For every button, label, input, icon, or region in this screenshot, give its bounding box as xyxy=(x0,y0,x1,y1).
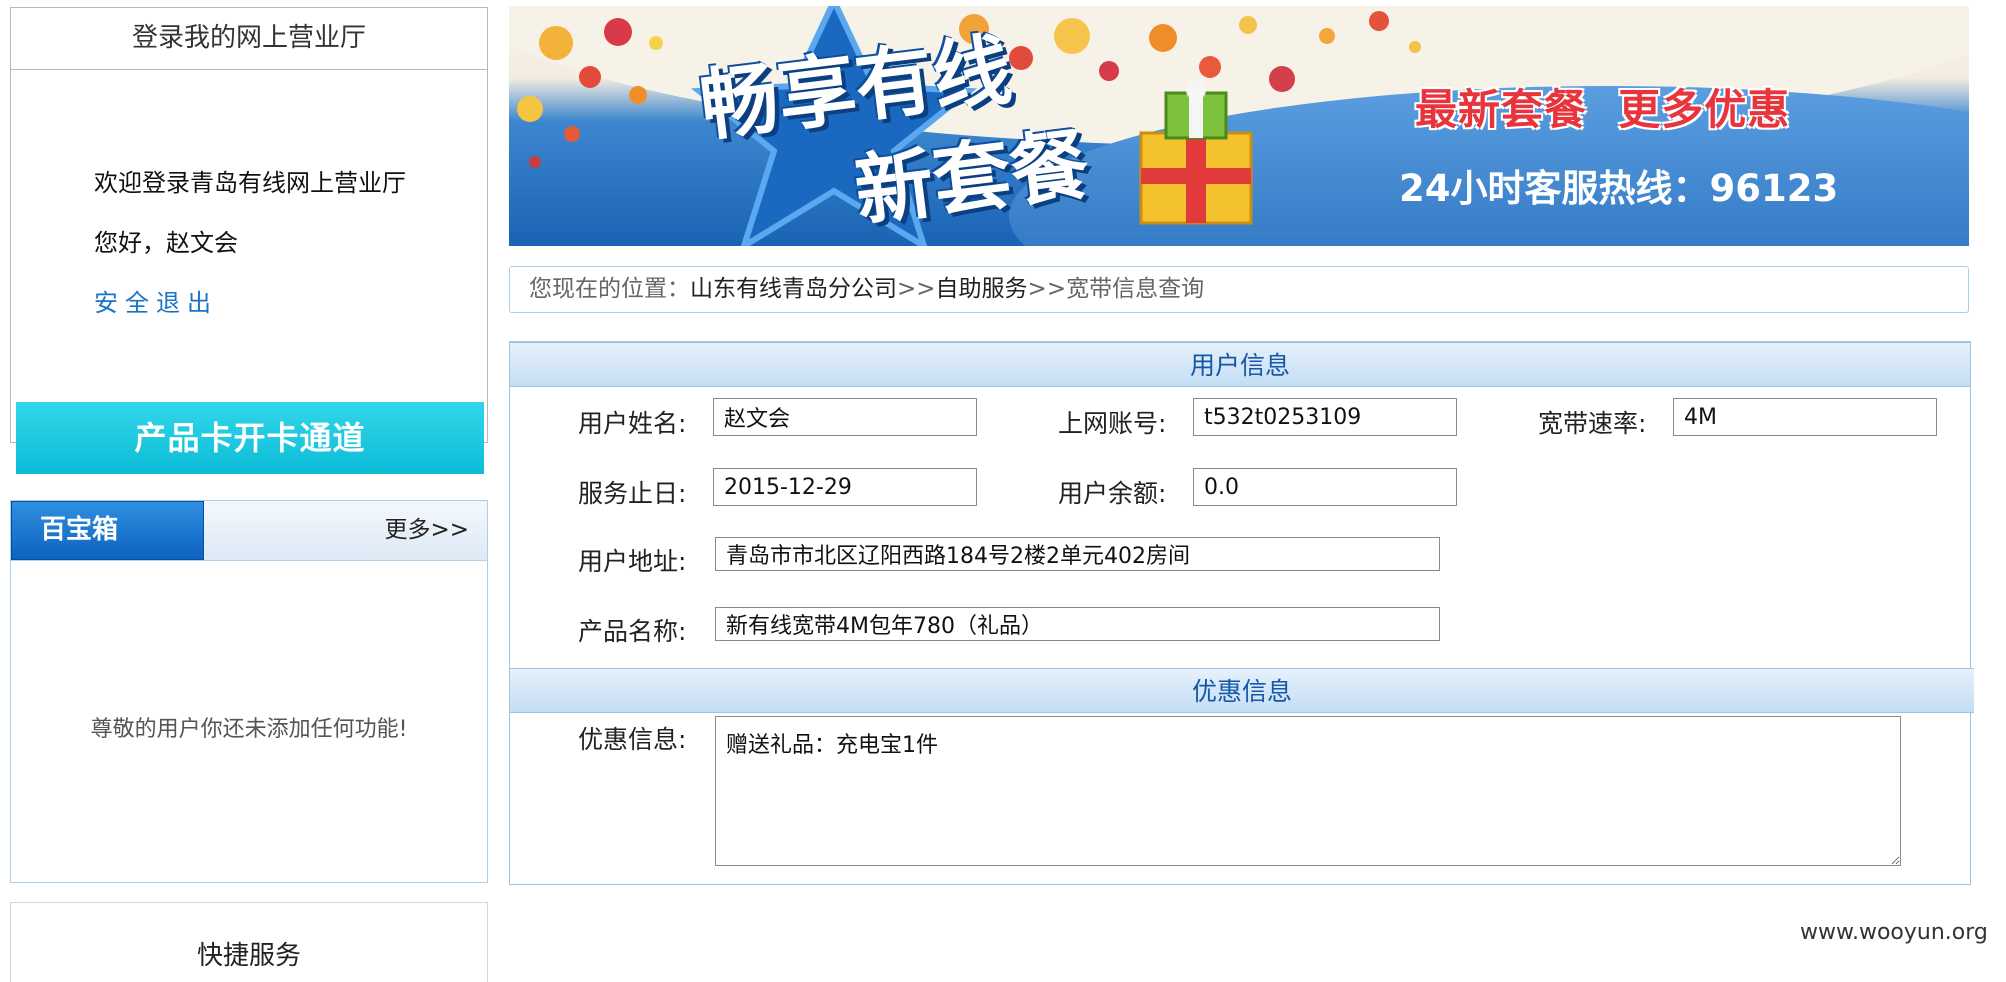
user-name-field[interactable] xyxy=(713,398,977,436)
toolbox-empty-message: 尊敬的用户你还未添加任何功能! xyxy=(90,717,408,742)
gift-box-icon xyxy=(1139,80,1253,225)
toolbox-tab[interactable]: 百宝箱 xyxy=(11,501,204,560)
promo-info-label: 优惠信息: xyxy=(578,725,687,754)
user-name-label: 用户姓名: xyxy=(578,409,687,438)
balance-field[interactable] xyxy=(1193,468,1457,506)
bandwidth-label: 宽带速率: xyxy=(1538,409,1647,438)
logout-link[interactable]: 安全退出 xyxy=(94,283,218,318)
toolbox-more-link[interactable]: 更多>> xyxy=(384,501,469,560)
account-label: 上网账号: xyxy=(1058,409,1167,438)
breadcrumb-item-self-service[interactable]: 自助服务 xyxy=(936,276,1028,302)
address-field[interactable] xyxy=(715,537,1440,571)
product-card-activation-button[interactable]: 产品卡开卡通道 xyxy=(16,402,484,474)
breadcrumb-item-current: 宽带信息查询 xyxy=(1066,276,1205,302)
breadcrumb: 您现在的位置：山东有线青岛分公司>>自助服务>>宽带信息查询 xyxy=(509,266,1969,313)
user-info-heading: 用户信息 xyxy=(510,342,1970,387)
promo-info-textarea[interactable]: 赠送礼品：充电宝1件 xyxy=(715,716,1901,866)
promo-info-heading: 优惠信息 xyxy=(510,668,1974,713)
quick-service-panel: 快捷服务 xyxy=(10,902,488,982)
toolbox-header: 百宝箱 更多>> xyxy=(11,501,487,561)
welcome-text: 欢迎登录青岛有线网上营业厅 xyxy=(94,169,406,197)
user-greeting: 您好，赵文会 xyxy=(94,229,238,257)
banner-promo-text: 最新套餐 更多优惠 xyxy=(1415,85,1791,134)
account-field[interactable] xyxy=(1193,398,1457,436)
broadband-info-panel: 用户信息 用户姓名: 上网账号: 宽带速率: 服务止日: 用户余额: 用户地址:… xyxy=(509,341,1974,885)
service-end-date-field[interactable] xyxy=(713,468,977,506)
quick-service-title: 快捷服务 xyxy=(196,941,301,971)
toolbox-panel: 百宝箱 更多>> 尊敬的用户你还未添加任何功能! xyxy=(10,500,488,883)
banner-hotline-text: 24小时客服热线：96123 xyxy=(1399,167,1839,210)
login-panel: 登录我的网上营业厅 欢迎登录青岛有线网上营业厅 您好，赵文会 安全退出 产品卡开… xyxy=(10,7,488,474)
service-end-date-label: 服务止日: xyxy=(578,479,687,508)
product-name-field[interactable] xyxy=(715,607,1440,641)
product-name-label: 产品名称: xyxy=(578,617,687,646)
address-label: 用户地址: xyxy=(578,547,687,576)
breadcrumb-item-company[interactable]: 山东有线青岛分公司 xyxy=(690,276,897,302)
login-panel-title: 登录我的网上营业厅 xyxy=(11,8,487,70)
promo-banner[interactable]: 畅享有线 新套餐 最新套餐 更多优惠 24小时客服热线：96123 xyxy=(509,6,1969,246)
balance-label: 用户余额: xyxy=(1058,479,1167,508)
breadcrumb-separator: >> xyxy=(897,276,936,302)
breadcrumb-prefix: 您现在的位置： xyxy=(529,276,690,302)
breadcrumb-separator: >> xyxy=(1027,276,1067,302)
watermark: www.wooyun.org xyxy=(1800,920,1988,945)
bandwidth-field[interactable] xyxy=(1673,398,1937,436)
